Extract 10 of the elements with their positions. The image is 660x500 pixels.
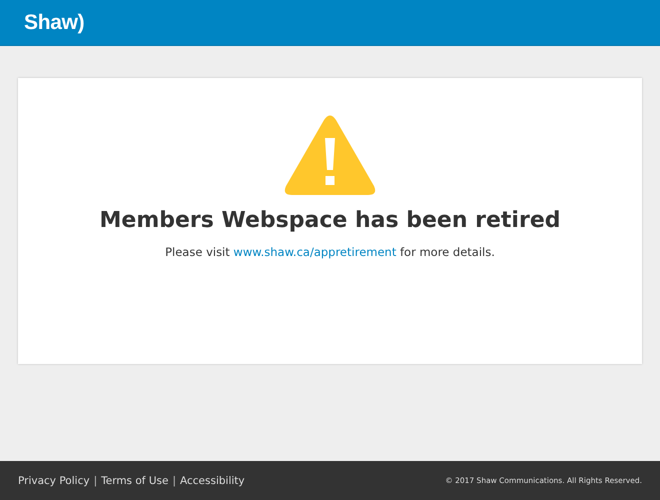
logo[interactable]: Shaw) <box>24 10 84 34</box>
separator: | <box>94 474 98 486</box>
footer-link[interactable]: Privacy Policy <box>18 474 90 486</box>
notice-title: Members Webspace has been retired <box>100 208 560 233</box>
retirement-link[interactable]: www.shaw.ca/appretirement <box>233 245 396 259</box>
separator: | <box>172 474 176 486</box>
footer-link[interactable]: Terms of Use <box>101 474 168 486</box>
warning-icon <box>284 114 376 196</box>
notice-message: Please visit www.shaw.ca/appretirement for more details. <box>165 245 495 259</box>
footer-link[interactable]: Accessibility <box>180 474 245 486</box>
